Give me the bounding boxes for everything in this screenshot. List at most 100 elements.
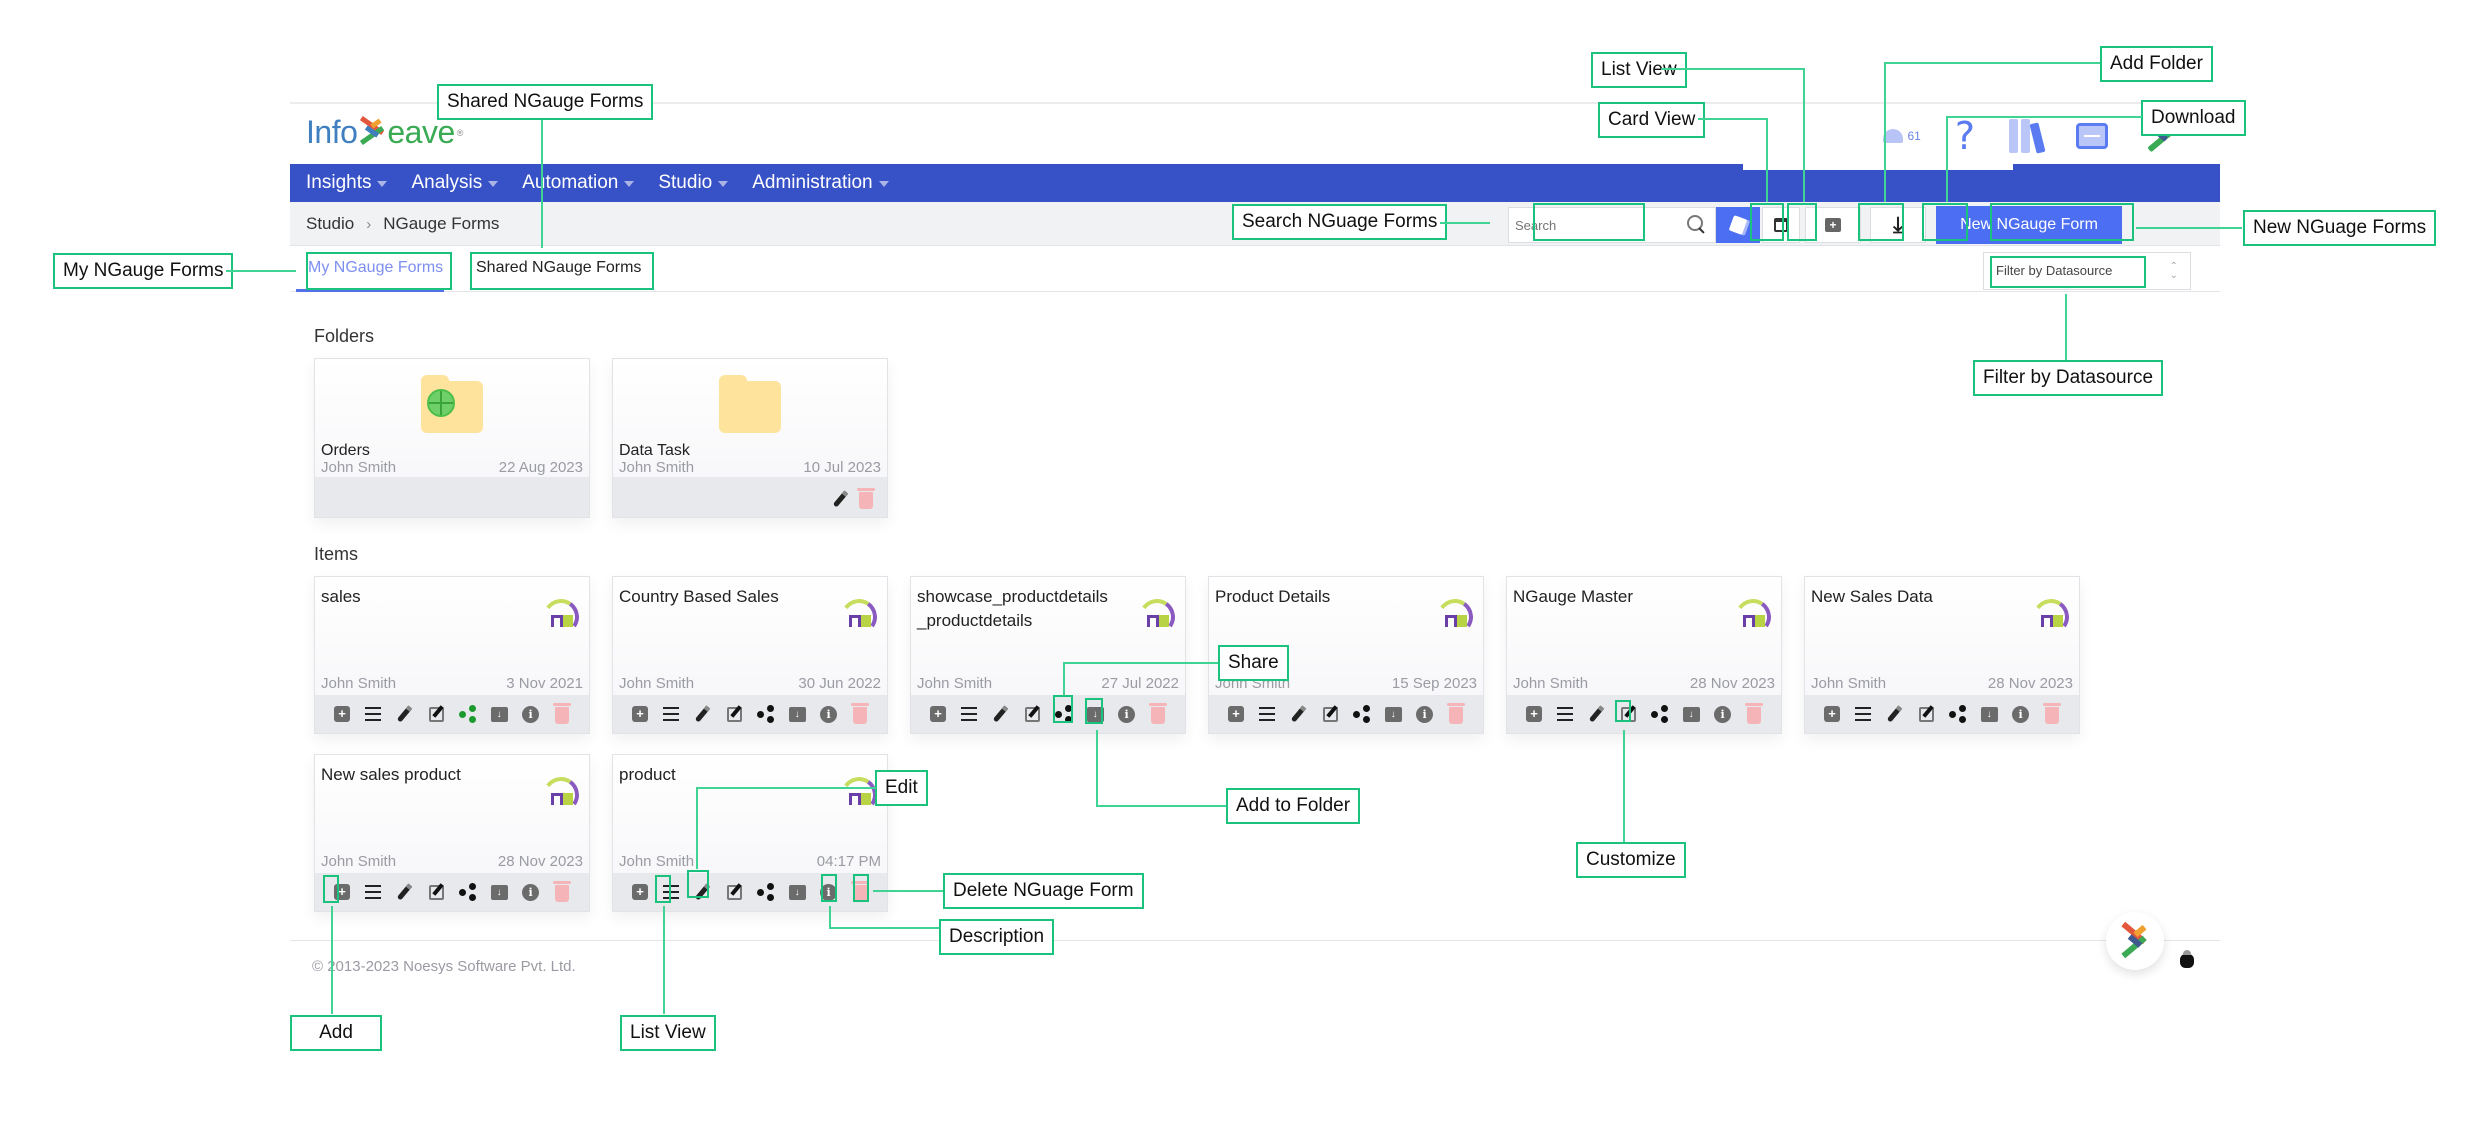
- list-view-button[interactable]: [1256, 702, 1278, 726]
- info-button[interactable]: i: [520, 880, 542, 904]
- info-button[interactable]: i: [2010, 702, 2032, 726]
- assistant-fab-button[interactable]: [2106, 912, 2164, 970]
- share-button[interactable]: [1351, 702, 1373, 726]
- add-button[interactable]: +: [1225, 702, 1247, 726]
- share-button[interactable]: [457, 880, 479, 904]
- ngauge-logo-icon: [1434, 596, 1476, 638]
- info-button[interactable]: i: [1116, 702, 1138, 726]
- item-card[interactable]: product John Smith 04:17 PM + ↓ i: [612, 754, 888, 912]
- search-icon[interactable]: [1687, 215, 1705, 233]
- info-button[interactable]: i: [818, 702, 840, 726]
- list-view-button[interactable]: [1554, 702, 1576, 726]
- add-button[interactable]: +: [1821, 702, 1843, 726]
- delete-button[interactable]: [551, 702, 573, 726]
- share-button[interactable]: [1947, 702, 1969, 726]
- ngauge-logo-icon: [540, 774, 582, 816]
- nav-insights[interactable]: Insights: [306, 172, 388, 194]
- add-button[interactable]: +: [629, 702, 651, 726]
- breadcrumb-studio[interactable]: Studio: [306, 214, 354, 234]
- customize-button[interactable]: [1021, 702, 1043, 726]
- add-to-folder-button[interactable]: ↓: [1382, 702, 1404, 726]
- share-button[interactable]: [755, 702, 777, 726]
- edit-button[interactable]: [990, 702, 1012, 726]
- add-to-folder-button[interactable]: ↓: [488, 880, 510, 904]
- delete-icon: [1744, 703, 1763, 724]
- share-button[interactable]: [755, 880, 777, 904]
- add-to-folder-button[interactable]: ↓: [786, 880, 808, 904]
- item-name: New Sales Data: [1811, 587, 1933, 606]
- nav-analysis[interactable]: Analysis: [411, 172, 499, 194]
- bug-report-icon[interactable]: [2180, 950, 2194, 968]
- delete-button[interactable]: [1445, 702, 1467, 726]
- item-card[interactable]: Country Based Sales John Smith 30 Jun 2022…: [612, 576, 888, 734]
- ngauge-logo-icon: [838, 774, 880, 816]
- monitor-icon[interactable]: [2076, 123, 2108, 149]
- item-card[interactable]: sales John Smith 3 Nov 2021 + ↓ i: [314, 576, 590, 734]
- delete-button[interactable]: [1743, 702, 1765, 726]
- list-view-button[interactable]: [660, 702, 682, 726]
- help-icon[interactable]: ?: [1955, 117, 1975, 155]
- delete-folder-icon[interactable]: [857, 488, 875, 509]
- customize-button[interactable]: [723, 702, 745, 726]
- add-to-folder-icon: ↓: [788, 706, 806, 722]
- folder-card[interactable]: Orders John Smith 22 Aug 2023: [314, 358, 590, 518]
- item-card[interactable]: NGauge Master John Smith 28 Nov 2023 + ↓ i: [1506, 576, 1782, 734]
- add-to-folder-button[interactable]: ↓: [1680, 702, 1702, 726]
- list-view-button[interactable]: [362, 702, 384, 726]
- delete-button[interactable]: [1147, 702, 1169, 726]
- edit-button[interactable]: [1288, 702, 1310, 726]
- customize-button[interactable]: [425, 702, 447, 726]
- customize-button[interactable]: [1319, 702, 1341, 726]
- library-icon[interactable]: [2009, 119, 2046, 154]
- info-icon: i: [820, 705, 838, 723]
- edit-button[interactable]: [394, 880, 416, 904]
- customize-button[interactable]: [723, 880, 745, 904]
- delete-button[interactable]: [2041, 702, 2063, 726]
- annotation-edit: Edit: [875, 770, 928, 806]
- share-button[interactable]: [1649, 702, 1671, 726]
- item-card[interactable]: showcase_productdetails_productdetails Jo…: [910, 576, 1186, 734]
- info-button[interactable]: i: [1712, 702, 1734, 726]
- info-icon: i: [2012, 705, 2030, 723]
- add-to-folder-button[interactable]: ↓: [1978, 702, 2000, 726]
- list-view-button[interactable]: [362, 880, 384, 904]
- list-view-button[interactable]: [958, 702, 980, 726]
- notifications-button[interactable]: 61: [1883, 129, 1921, 143]
- add-to-folder-button[interactable]: ↓: [488, 702, 510, 726]
- nav-administration[interactable]: Administration: [752, 172, 889, 194]
- customize-button[interactable]: [1915, 702, 1937, 726]
- folder-card[interactable]: Data Task John Smith 10 Jul 2023: [612, 358, 888, 518]
- item-name: New sales product: [321, 765, 461, 784]
- item-card[interactable]: New sales product John Smith 28 Nov 2023 + ↓…: [314, 754, 590, 912]
- edit-button[interactable]: [394, 702, 416, 726]
- nav-automation[interactable]: Automation: [522, 172, 635, 194]
- edit-folder-icon[interactable]: [832, 490, 849, 508]
- edit-button[interactable]: [692, 702, 714, 726]
- edit-button[interactable]: [1884, 702, 1906, 726]
- delete-button[interactable]: [551, 880, 573, 904]
- add-button[interactable]: +: [331, 702, 353, 726]
- info-button[interactable]: i: [1414, 702, 1436, 726]
- customize-button[interactable]: [425, 880, 447, 904]
- item-card[interactable]: New Sales Data John Smith 28 Nov 2023 + ↓ i: [1804, 576, 2080, 734]
- annotation-download: Download: [2141, 100, 2246, 136]
- add-button[interactable]: +: [1523, 702, 1545, 726]
- nav-studio[interactable]: Studio: [658, 172, 729, 194]
- edit-button[interactable]: [1586, 702, 1608, 726]
- add-to-folder-button[interactable]: ↓: [786, 702, 808, 726]
- info-button[interactable]: i: [520, 702, 542, 726]
- globe-icon: [427, 389, 455, 417]
- add-button[interactable]: +: [629, 880, 651, 904]
- folder-date: 22 Aug 2023: [498, 459, 583, 476]
- delete-button[interactable]: [849, 702, 871, 726]
- add-button[interactable]: +: [927, 702, 949, 726]
- share-button[interactable]: [457, 702, 479, 726]
- annotation-line: [1623, 730, 1625, 842]
- annotation-line: [2136, 227, 2242, 229]
- highlight-download: [1922, 203, 1968, 241]
- chevron-down-icon: [488, 181, 499, 187]
- customize-icon: [428, 884, 444, 900]
- highlight-customize: [1615, 700, 1631, 722]
- bell-icon: [1883, 129, 1904, 143]
- list-view-button[interactable]: [1852, 702, 1874, 726]
